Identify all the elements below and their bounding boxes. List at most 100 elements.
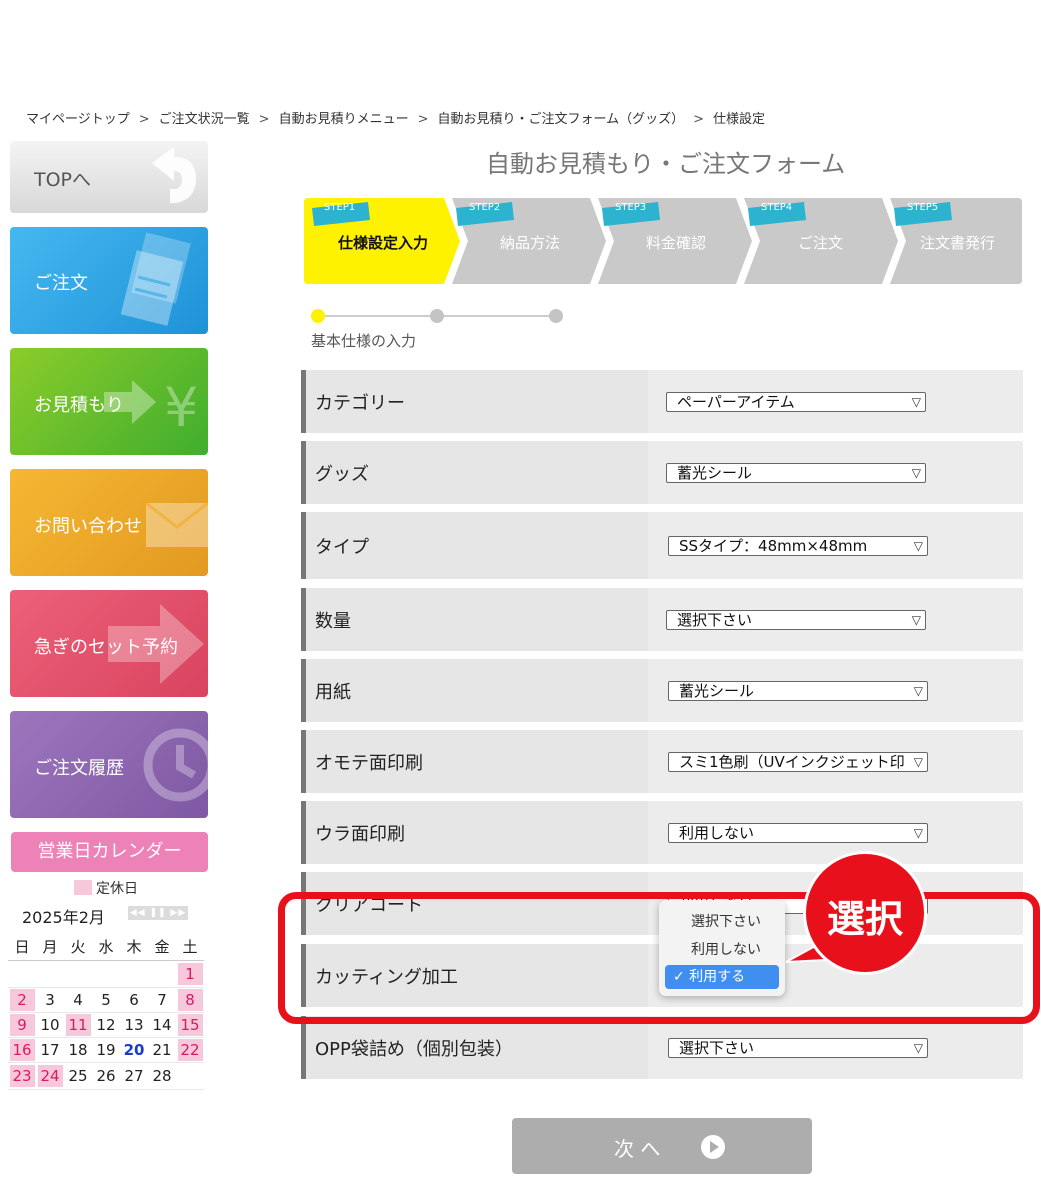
next-button-label: 次 へ [614,1137,661,1161]
calendar-day-cell: 23 [8,1062,36,1090]
quantity-label: 数量 [315,610,351,632]
calendar-week-row: 2345678 [8,987,204,1013]
calendar-day-cell [148,960,176,988]
calendar-day-cell: 12 [92,1012,120,1038]
front-print-select[interactable]: スミ1色刷（UVインクジェット印 ▽ [668,751,928,772]
calendar-day-cell: 21 [148,1037,176,1063]
calendar-day: 20 [123,1040,145,1059]
breadcrumb-order-status[interactable]: ご注文状況一覧 [159,112,250,127]
weekday-mon: 月 [36,934,64,961]
calendar-day [122,961,147,983]
calendar-day: 15 [177,1013,203,1036]
top-button[interactable]: TOPへ [10,141,208,213]
calendar-day-cell [64,960,92,988]
quantity-select-value: 選択下さい [677,610,753,629]
breadcrumb: マイページトップ > ご注文状況一覧 > 自動お見積りメニュー > 自動お見積り・ご注文フォ… [26,108,765,127]
calendar-day-cell [120,960,148,988]
type-select-value: SSタイプ：48mm×48mm [679,536,868,555]
calendar-weekday-row: 日 月 火 水 木 金 土 [8,934,204,961]
chevron-down-icon: ▽ [913,538,923,553]
substep-progress [311,309,563,323]
calendar-week-row: 16 17 18 19 20 21 22 [8,1037,204,1063]
calendar-day: 26 [96,1066,116,1085]
type-select[interactable]: SSタイプ：48mm×48mm ▽ [668,535,928,556]
opp-bag-select[interactable]: 選択下さい ▽ [668,1037,928,1058]
inquiry-button-label: お問い合わせ [34,516,142,537]
calendar-day-cell: 14 [148,1012,176,1038]
breadcrumb-quote-menu[interactable]: 自動お見積りメニュー [279,112,409,127]
front-print-select-value: スミ1色刷（UVインクジェット印 [679,752,905,771]
order-history-button-label: ご注文履歴 [34,758,124,779]
calendar-day: 10 [40,1015,60,1034]
calendar-day-cell: 27 [120,1062,148,1090]
step-4-label: ご注文 [798,234,844,252]
calendar-day: 11 [65,1013,91,1036]
calendar-day-cell: 24 [36,1062,64,1090]
paper-label: 用紙 [315,681,351,703]
order-history-button[interactable]: ご注文履歴 [10,711,208,818]
opp-bag-label: OPP袋詰め（個別包装） [315,1038,513,1060]
calendar-day: 14 [152,1015,172,1034]
calendar-day-cell: 17 [36,1037,64,1063]
breadcrumb-current: 仕様設定 [713,112,766,127]
breadcrumb-separator: > [138,112,150,127]
back-print-select[interactable]: 利用しない ▽ [668,822,928,843]
step-1-label: 仕様設定入力 [338,234,429,252]
goods-select[interactable]: 蓄光シール ▽ [666,462,926,483]
calendar-day-cell [176,1062,204,1090]
breadcrumb-mypage[interactable]: マイページトップ [26,112,130,127]
calendar-grid: 日 月 火 水 木 金 土 1 2 3 4 5 6 7 8 9 10 11 12 13 14 15 16 17 1… [8,934,204,1090]
form-row-paper: 用紙 蓄光シール ▽ [301,659,1023,722]
breadcrumb-goods-form[interactable]: 自動お見積り・ご注文フォーム（グッズ） [438,112,685,127]
calendar-day-cell: 3 [36,987,64,1013]
field-label-cell: 用紙 [301,659,648,722]
inquiry-button[interactable]: お問い合わせ [10,469,208,576]
step-2-label: 納品方法 [500,234,561,252]
paper-select[interactable]: 蓄光シール ▽ [668,680,928,701]
form-row-opp-bag: OPP袋詰め（個別包装） 選択下さい ▽ [301,1016,1023,1079]
holiday-swatch [74,880,92,895]
chevron-down-icon: ▽ [913,825,923,840]
calendar-day [10,961,35,983]
calendar-day-cell: 28 [148,1062,176,1090]
goods-select-value: 蓄光シール [677,463,753,482]
field-label-cell: OPP袋詰め（個別包装） [301,1016,648,1079]
calendar-day-cell: 13 [120,1012,148,1038]
calendar-day: 27 [124,1066,144,1085]
calendar-day-cell: 6 [120,987,148,1013]
weekday-wed: 水 [92,934,120,961]
calendar-day-cell: 4 [64,987,92,1013]
chevron-down-icon: ▽ [913,752,923,771]
top-button-label: TOPへ [34,169,92,191]
business-calendar-title: 営業日カレンダー [11,832,208,872]
calendar-nav-buttons[interactable]: ◀◀ ❚❚ ▶▶ [128,906,188,920]
rush-booking-button[interactable]: 急ぎのセット予約 [10,590,208,697]
chevron-down-icon: ▽ [913,683,923,698]
next-button[interactable]: 次 へ [512,1118,812,1174]
calendar-week-row: 9 10 11 12 13 14 15 [8,1012,204,1038]
page-title: 自動お見積もり・ご注文フォーム [486,150,846,178]
quote-button[interactable]: ¥ お見積もり [10,348,208,455]
form-row-quantity: 数量 選択下さい ▽ [301,588,1023,651]
calendar-day-cell: 1 [176,960,204,988]
calendar-week-row: 23 24 25 26 27 28 [8,1062,204,1090]
calendar-day: 19 [96,1040,116,1059]
weekday-sat: 土 [176,934,204,961]
paper-select-value: 蓄光シール [679,681,755,700]
quantity-select[interactable]: 選択下さい ▽ [666,609,926,630]
calendar-day-cell [8,960,36,988]
order-button[interactable]: ご注文 [10,227,208,334]
calendar-day-cell: 7 [148,987,176,1013]
calendar-day [38,961,63,983]
calendar-day-cell: 9 [8,1012,36,1038]
chevron-down-icon: ▽ [911,612,921,627]
callout-text: 選択 [826,897,903,941]
calendar-day: 24 [37,1064,63,1087]
step-3-badge: STEP3 [615,202,647,213]
category-select[interactable]: ペーパーアイテム ▽ [666,391,926,412]
calendar-day-cell: 18 [64,1037,92,1063]
chevron-down-icon: ▽ [913,1040,923,1055]
breadcrumb-separator: > [693,112,705,127]
type-label: タイプ [315,536,369,558]
play-circle-icon [701,1135,725,1159]
